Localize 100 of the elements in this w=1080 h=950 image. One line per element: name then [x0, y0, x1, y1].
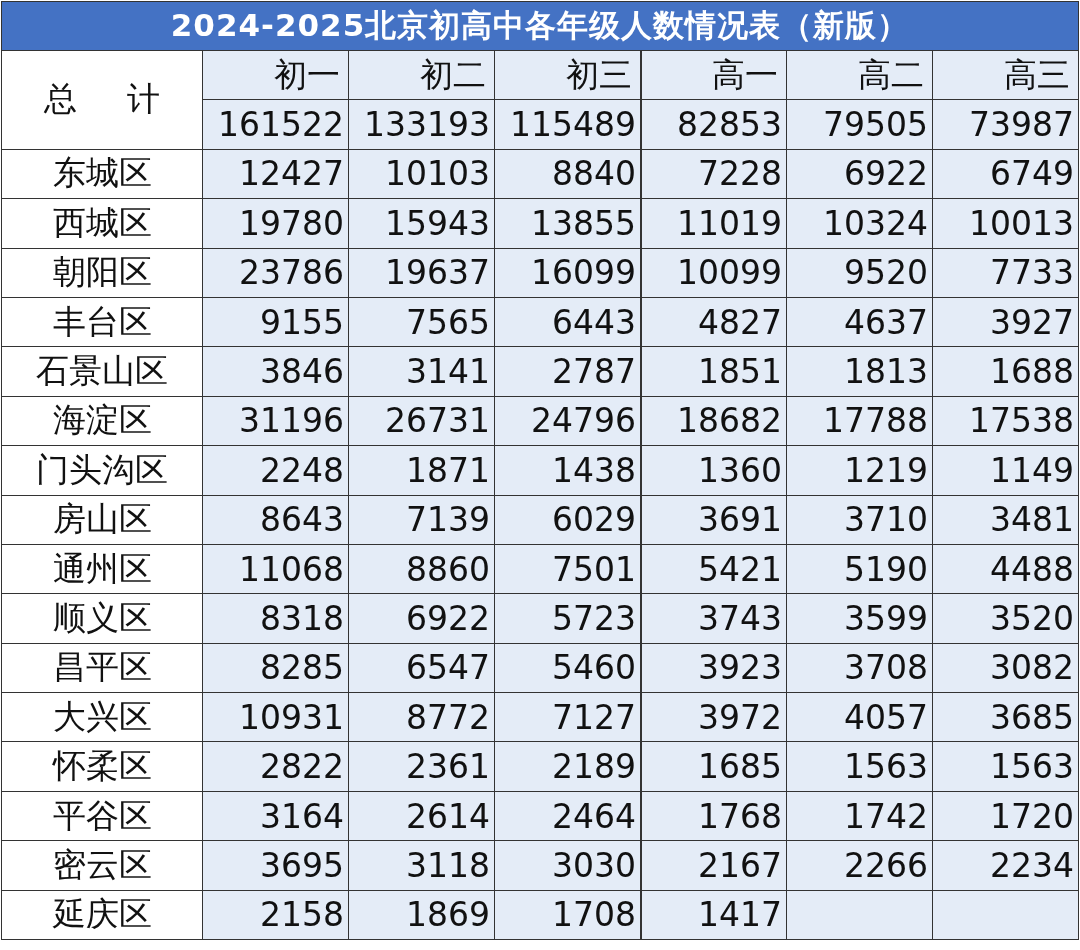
table-cell: 3520: [933, 594, 1078, 643]
table-cell: 1438: [495, 446, 640, 495]
table-cell: 5723: [495, 594, 640, 643]
table-cell: 3481: [933, 495, 1078, 544]
table-cell: 2248: [203, 446, 348, 495]
row-header: 海淀区: [2, 396, 202, 446]
table-cell: 1149: [933, 446, 1078, 495]
row-header: 通州区: [2, 544, 202, 594]
column-header: 高二: [787, 51, 932, 100]
table-cell: 1869: [349, 890, 494, 940]
table-cell: 161522: [203, 100, 348, 149]
table-cell: 1417: [641, 890, 786, 940]
table-cell: 7228: [641, 149, 786, 199]
table-cell: 3695: [203, 841, 348, 890]
table-cell: 2787: [495, 347, 640, 396]
table-cell: 133193: [349, 100, 494, 149]
table-cell: 115489: [495, 100, 640, 149]
row-header: 东城区: [2, 149, 202, 199]
row-header: 怀柔区: [2, 742, 202, 791]
table-cell: 6922: [787, 149, 932, 199]
table-cell: 24796: [495, 396, 640, 446]
table-cell: 2158: [203, 890, 348, 940]
table-cell: 16099: [495, 248, 640, 297]
table-cell: 1851: [641, 347, 786, 396]
table-cell: 1563: [933, 742, 1078, 791]
table-cell: 8318: [203, 594, 348, 643]
table-cell: 4488: [933, 544, 1078, 594]
table-cell: 1219: [787, 446, 932, 495]
table-cell: 26731: [349, 396, 494, 446]
table-cell: 9520: [787, 248, 932, 297]
table-cell: 18682: [641, 396, 786, 446]
table-cell: 3082: [933, 643, 1078, 693]
table-cell: 3708: [787, 643, 932, 693]
row-header: 顺义区: [2, 594, 202, 643]
table-title: 2024-2025北京初高中各年级人数情况表（新版）: [2, 2, 1078, 51]
row-header: 平谷区: [2, 791, 202, 841]
row-header: 大兴区: [2, 693, 202, 742]
table-cell: 3923: [641, 643, 786, 693]
table-cell: 2167: [641, 841, 786, 890]
table-cell: 3164: [203, 791, 348, 841]
table-cell: 9155: [203, 297, 348, 347]
row-header: 密云区: [2, 841, 202, 890]
row-header: 延庆区: [2, 890, 202, 940]
table-cell: 8643: [203, 495, 348, 544]
table-cell: 3685: [933, 693, 1078, 742]
row-header: 总 计: [2, 51, 202, 149]
table-cell: 79505: [787, 100, 932, 149]
table-cell: 1871: [349, 446, 494, 495]
table-cell: 82853: [641, 100, 786, 149]
table-cell: 4637: [787, 297, 932, 347]
table-cell: 1360: [641, 446, 786, 495]
table-cell: 7139: [349, 495, 494, 544]
table-cell: 3972: [641, 693, 786, 742]
table-cell: 2266: [787, 841, 932, 890]
row-header: 门头沟区: [2, 446, 202, 495]
table-cell: 4827: [641, 297, 786, 347]
table-cell: 4057: [787, 693, 932, 742]
table-cell: 7565: [349, 297, 494, 347]
table-cell: 15943: [349, 199, 494, 248]
table-cell: 5421: [641, 544, 786, 594]
table-cell: 3691: [641, 495, 786, 544]
table-cell: 7501: [495, 544, 640, 594]
table-cell: 6029: [495, 495, 640, 544]
table-cell: 31196: [203, 396, 348, 446]
table-cell: 19637: [349, 248, 494, 297]
table-cell: 3030: [495, 841, 640, 890]
table-cell: 10931: [203, 693, 348, 742]
table-cell: 3743: [641, 594, 786, 643]
table-cell: 1563: [787, 742, 932, 791]
table-cell: 6547: [349, 643, 494, 693]
column-header: 高一: [641, 51, 786, 100]
table-cell: 1720: [933, 791, 1078, 841]
table-cell: 23786: [203, 248, 348, 297]
table-cell: 10013: [933, 199, 1078, 248]
row-header: 昌平区: [2, 643, 202, 693]
table-cell: 2822: [203, 742, 348, 791]
table-cell: 3141: [349, 347, 494, 396]
table-cell: 3846: [203, 347, 348, 396]
table-cell: 1768: [641, 791, 786, 841]
row-header: 朝阳区: [2, 248, 202, 297]
table-cell: 10099: [641, 248, 786, 297]
table-cell: 3599: [787, 594, 932, 643]
table-cell: 8772: [349, 693, 494, 742]
table-cell: 1813: [787, 347, 932, 396]
column-header: 初一: [203, 51, 348, 100]
table-cell: 2234: [933, 841, 1078, 890]
table-cell: 1688: [933, 347, 1078, 396]
table-cell: 10324: [787, 199, 932, 248]
table-cell: 6443: [495, 297, 640, 347]
table-cell: 12427: [203, 149, 348, 199]
table-cell: 1742: [787, 791, 932, 841]
table-cell: 6749: [933, 149, 1078, 199]
table-cell: 1708: [495, 890, 640, 940]
table-cell: 5460: [495, 643, 640, 693]
row-header: 西城区: [2, 199, 202, 248]
table-cell: 17788: [787, 396, 932, 446]
table-cell: 17538: [933, 396, 1078, 446]
table-cell: 1685: [641, 742, 786, 791]
table-cell: 2614: [349, 791, 494, 841]
table-cell: 5190: [787, 544, 932, 594]
